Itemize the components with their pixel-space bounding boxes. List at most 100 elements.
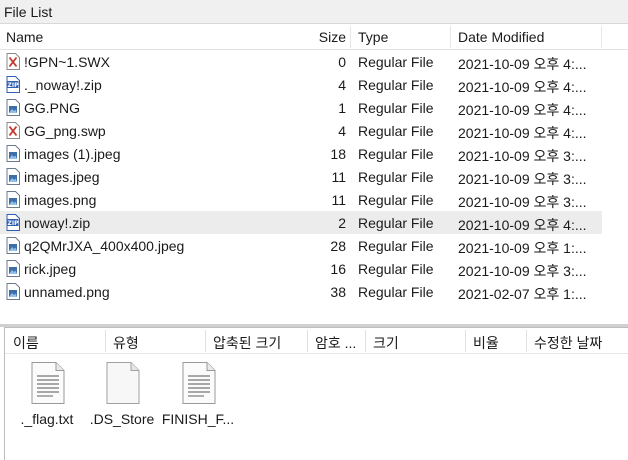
file-size: 2: [338, 215, 346, 231]
archive-column-password[interactable]: 암호 ...: [315, 333, 356, 353]
file-size: 0: [338, 54, 346, 70]
file-type: Regular File: [358, 146, 434, 162]
file-size: 16: [330, 261, 346, 277]
file-list-pane: Name Size Type Date Modified !GPN~1.SWX 0…: [0, 24, 628, 324]
text-document-icon: [182, 362, 216, 404]
archive-column-compressed-size[interactable]: 압축된 크기: [213, 333, 281, 353]
image-file-icon: [6, 145, 20, 162]
column-header-size[interactable]: Size: [319, 29, 346, 45]
title-bar: File List: [0, 0, 628, 24]
image-file-icon: [6, 260, 20, 277]
file-row[interactable]: q2QMrJXA_400x400.jpeg 28 Regular File 2021-…: [0, 234, 602, 257]
file-size: 38: [330, 284, 346, 300]
x-file-icon: [6, 53, 20, 70]
file-row[interactable]: unnamed.png 38 Regular File 2021-02-07 오후 1…: [0, 280, 602, 303]
column-header-date[interactable]: Date Modified: [458, 29, 544, 45]
file-size: 11: [331, 169, 346, 185]
archive-file-label: ._flag.txt: [20, 411, 74, 427]
file-date: 2021-10-09 오후 3:...: [458, 194, 587, 210]
column-header-type[interactable]: Type: [358, 29, 388, 45]
image-file-icon: [6, 283, 20, 300]
archive-file-item[interactable]: FINISH_F...: [158, 362, 238, 428]
column-divider[interactable]: [350, 26, 351, 48]
archive-contents-pane: 이름 유형 압축된 크기 암호 ... 크기 비율 수정한 날짜 ._flag.…: [4, 327, 628, 460]
file-name: !GPN~1.SWX: [24, 54, 110, 70]
file-date: 2021-02-07 오후 1:...: [458, 286, 587, 302]
file-date: 2021-10-09 오후 3:...: [458, 148, 587, 164]
file-list-header: Name Size Type Date Modified: [0, 24, 628, 50]
file-date: 2021-10-09 오후 3:...: [458, 171, 587, 187]
file-size: 1: [338, 100, 346, 116]
file-date: 2021-10-09 오후 4:...: [458, 56, 587, 72]
image-file-icon: [6, 191, 20, 208]
x-file-icon: [6, 122, 20, 139]
column-divider[interactable]: [105, 330, 106, 352]
image-file-icon: [6, 99, 20, 116]
archive-header: 이름 유형 압축된 크기 암호 ... 크기 비율 수정한 날짜: [5, 328, 628, 354]
file-name: noway!.zip: [24, 215, 91, 231]
file-type: Regular File: [358, 261, 434, 277]
column-divider[interactable]: [205, 330, 206, 352]
column-divider[interactable]: [450, 26, 451, 48]
text-document-icon: [31, 362, 65, 404]
file-row[interactable]: GG.PNG 1 Regular File 2021-10-09 오후 4:...: [0, 96, 602, 119]
file-type: Regular File: [358, 169, 434, 185]
file-type: Regular File: [358, 77, 434, 93]
archive-column-modified[interactable]: 수정한 날짜: [534, 333, 602, 353]
archive-column-type[interactable]: 유형: [113, 333, 139, 353]
file-type: Regular File: [358, 100, 434, 116]
column-divider[interactable]: [307, 330, 308, 352]
file-date: 2021-10-09 오후 1:...: [458, 240, 587, 256]
file-row[interactable]: ZIP ._noway!.zip 4 Regular File 2021-10-09 오…: [0, 73, 602, 96]
file-size: 18: [330, 146, 346, 162]
file-type: Regular File: [358, 192, 434, 208]
image-file-icon: [6, 237, 20, 254]
blank-document-icon: [106, 362, 140, 404]
zip-file-icon: ZIP: [6, 76, 20, 93]
archive-file-item[interactable]: .DS_Store: [82, 362, 162, 428]
archive-file-label: FINISH_F...: [161, 411, 235, 427]
file-row[interactable]: rick.jpeg 16 Regular File 2021-10-09 오후 3:.…: [0, 257, 602, 280]
file-row[interactable]: GG_png.swp 4 Regular File 2021-10-09 오후 4:.…: [0, 119, 602, 142]
file-size: 4: [338, 123, 346, 139]
column-divider[interactable]: [365, 330, 366, 352]
file-date: 2021-10-09 오후 4:...: [458, 125, 587, 141]
column-divider[interactable]: [526, 330, 527, 352]
file-name: GG.PNG: [24, 100, 81, 116]
archive-column-size[interactable]: 크기: [373, 333, 399, 353]
archive-file-item[interactable]: ._flag.txt: [7, 362, 87, 428]
column-divider[interactable]: [601, 26, 602, 48]
archive-column-ratio[interactable]: 비율: [473, 333, 499, 353]
file-name: GG_png.swp: [24, 123, 106, 139]
file-type: Regular File: [358, 54, 434, 70]
column-divider[interactable]: [465, 330, 466, 352]
file-size: 4: [338, 77, 346, 93]
archive-file-label: .DS_Store: [89, 411, 155, 427]
file-row[interactable]: images.png 11 Regular File 2021-10-09 오후 3:…: [0, 188, 602, 211]
svg-text:ZIP: ZIP: [8, 82, 20, 89]
archive-column-name[interactable]: 이름: [13, 333, 39, 353]
file-type: Regular File: [358, 238, 434, 254]
column-header-name[interactable]: Name: [6, 29, 43, 45]
svg-text:ZIP: ZIP: [8, 220, 20, 227]
file-size: 11: [331, 192, 346, 208]
file-date: 2021-10-09 오후 3:...: [458, 263, 587, 279]
zip-file-icon: ZIP: [6, 214, 20, 231]
file-date: 2021-10-09 오후 4:...: [458, 79, 587, 95]
file-row[interactable]: ZIP noway!.zip 2 Regular File 2021-10-09 오후 …: [0, 211, 602, 234]
file-row[interactable]: !GPN~1.SWX 0 Regular File 2021-10-09 오후 4:.…: [0, 50, 602, 73]
file-type: Regular File: [358, 284, 434, 300]
file-date: 2021-10-09 오후 4:...: [458, 217, 587, 233]
file-size: 28: [330, 238, 346, 254]
file-name: images.jpeg: [24, 169, 100, 185]
file-name: images (1).jpeg: [24, 146, 121, 162]
image-file-icon: [6, 168, 20, 185]
file-name: images.png: [24, 192, 97, 208]
file-name: q2QMrJXA_400x400.jpeg: [24, 238, 185, 254]
file-row[interactable]: images (1).jpeg 18 Regular File 2021-10-09 …: [0, 142, 602, 165]
file-name: ._noway!.zip: [24, 77, 102, 93]
file-type: Regular File: [358, 123, 434, 139]
file-type: Regular File: [358, 215, 434, 231]
file-row[interactable]: images.jpeg 11 Regular File 2021-10-09 오후 3…: [0, 165, 602, 188]
file-name: unnamed.png: [24, 284, 110, 300]
